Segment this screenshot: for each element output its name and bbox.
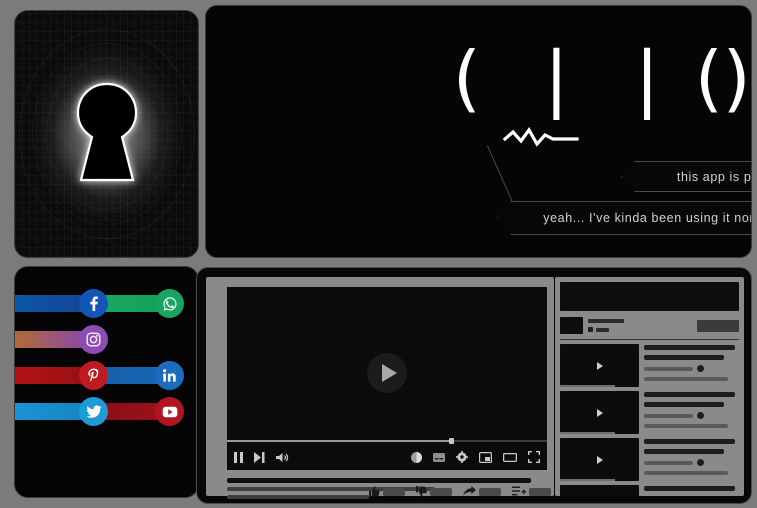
- suggested-video-item[interactable]: [560, 485, 739, 496]
- watched-progress-bar: [560, 385, 616, 387]
- suggested-video-item[interactable]: [560, 391, 739, 434]
- speech-bubble-tail-left: [487, 145, 514, 203]
- twitter-icon[interactable]: [79, 397, 108, 426]
- channel-avatar: [560, 317, 583, 334]
- video-stage[interactable]: [227, 287, 547, 470]
- social-row: [15, 325, 198, 354]
- video-progress-bar[interactable]: [227, 438, 547, 444]
- dislike-button-label-placeholder[interactable]: [430, 487, 452, 496]
- theater-mode-button[interactable]: [503, 452, 517, 463]
- suggested-video-item[interactable]: [560, 344, 739, 387]
- video-controls-bar: [227, 444, 547, 470]
- save-icon[interactable]: [512, 486, 526, 497]
- fullscreen-button[interactable]: [528, 451, 540, 463]
- suggested-video-text-placeholder: [644, 438, 739, 481]
- watched-progress-bar: [560, 479, 616, 481]
- video-player-main: •••: [206, 277, 594, 499]
- suggested-video-text-placeholder: [644, 485, 739, 496]
- save-button-label-placeholder[interactable]: [529, 487, 551, 496]
- social-row: [15, 289, 198, 318]
- suggested-video-item[interactable]: [560, 438, 739, 481]
- captions-button[interactable]: [433, 452, 445, 462]
- video-app-panel: •••: [196, 267, 752, 504]
- social-row: [15, 397, 198, 426]
- keyhole-icon: [70, 80, 144, 188]
- subscribe-button[interactable]: [697, 319, 739, 332]
- pause-button[interactable]: [234, 451, 243, 463]
- speech-bubble-bottom: yeah... I've kinda been using it non-sto…: [497, 201, 752, 235]
- dislike-icon[interactable]: [416, 486, 427, 497]
- speech-bubble-bottom-text: yeah... I've kinda been using it non-sto…: [543, 211, 750, 225]
- like-icon[interactable]: [369, 486, 380, 497]
- next-track-button[interactable]: [254, 451, 265, 463]
- like-button-label-placeholder[interactable]: [383, 487, 405, 496]
- recommended-videos-sidebar: [555, 277, 744, 496]
- share-button-label-placeholder[interactable]: [479, 487, 501, 496]
- autoplay-toggle[interactable]: [411, 451, 422, 463]
- channel-row: [560, 317, 739, 334]
- play-icon: [596, 361, 603, 370]
- volume-button[interactable]: [276, 452, 289, 463]
- video-title-placeholder-bar: [227, 478, 531, 483]
- play-icon: [596, 455, 603, 464]
- miniplayer-button[interactable]: [479, 451, 492, 463]
- youtube-icon[interactable]: [155, 397, 184, 426]
- play-button-overlay[interactable]: [367, 353, 407, 393]
- facebook-icon[interactable]: [79, 289, 108, 318]
- speech-bubble-top: this app is pretty cool: [621, 161, 752, 192]
- suggested-video-text-placeholder: [644, 344, 739, 387]
- play-icon: [381, 364, 397, 382]
- sidebar-banner: [560, 282, 739, 311]
- suggested-video-thumbnail[interactable]: [560, 485, 639, 496]
- sidebar-divider: [560, 339, 739, 340]
- watched-progress-bar: [560, 432, 616, 434]
- video-progress-played: [227, 440, 451, 442]
- ascii-faces-panel: ( | | ) ( ^ ^ ) this app is pretty cool …: [205, 5, 752, 258]
- linkedin-icon[interactable]: [155, 361, 184, 390]
- share-icon[interactable]: [463, 486, 476, 497]
- ascii-mouth-left: [503, 127, 579, 147]
- app-root: ( | | ) ( ^ ^ ) this app is pretty cool …: [0, 0, 757, 508]
- whatsapp-icon[interactable]: [155, 289, 184, 318]
- instagram-icon[interactable]: [79, 325, 108, 354]
- play-icon: [596, 408, 603, 417]
- ascii-face-right: ( ^ ^ ): [686, 36, 732, 120]
- suggested-video-thumbnail[interactable]: [560, 344, 639, 387]
- social-share-panel: [14, 266, 199, 498]
- video-title-placeholder-bar: [227, 495, 369, 499]
- suggested-video-thumbnail[interactable]: [560, 391, 639, 434]
- channel-text-placeholder: [588, 319, 697, 332]
- pinterest-icon[interactable]: [79, 361, 108, 390]
- settings-gear-button[interactable]: [456, 451, 468, 463]
- speech-bubble-top-text: this app is pretty cool: [676, 169, 752, 184]
- social-row: [15, 361, 198, 390]
- suggested-video-text-placeholder: [644, 391, 739, 434]
- keyhole-artwork-panel: [14, 10, 199, 258]
- suggested-video-thumbnail[interactable]: [560, 438, 639, 481]
